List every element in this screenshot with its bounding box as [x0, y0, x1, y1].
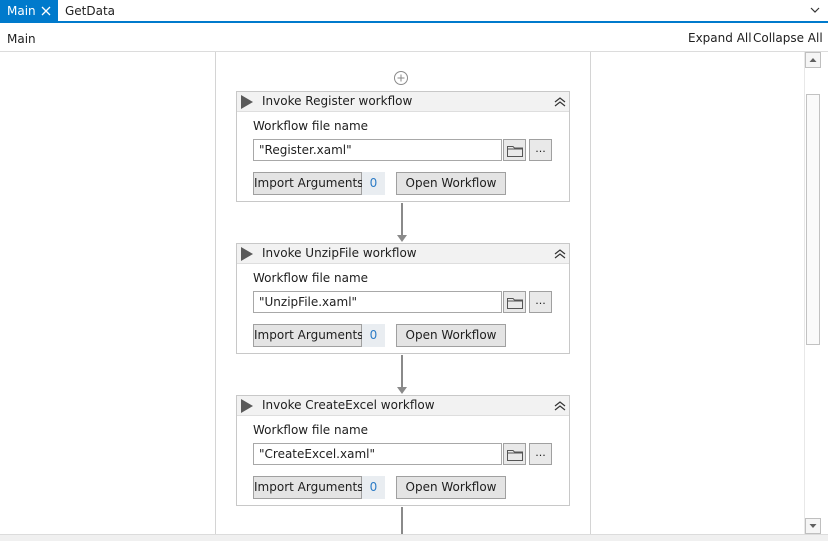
add-activity-icon[interactable]	[393, 70, 409, 86]
edit-path-button[interactable]: ...	[529, 139, 552, 161]
scroll-down-button[interactable]	[805, 518, 821, 534]
folder-icon	[507, 450, 523, 461]
collapse-chevron-icon[interactable]	[553, 247, 567, 261]
collapse-all-button[interactable]: Collapse All	[753, 31, 823, 45]
edit-path-button[interactable]: ...	[529, 291, 552, 313]
card-header: Invoke Register workflow	[237, 92, 569, 112]
open-workflow-button[interactable]: Open Workflow	[396, 324, 506, 347]
invoke-workflow-card[interactable]: Invoke UnzipFile workflow Workflow file …	[236, 243, 570, 354]
tab-getdata-label: GetData	[65, 4, 116, 18]
workflow-file-name-input[interactable]	[253, 291, 502, 313]
argument-count-badge: 0	[362, 476, 385, 499]
card-title: Invoke CreateExcel workflow	[262, 398, 435, 412]
browse-folder-button[interactable]	[503, 291, 526, 313]
folder-icon	[507, 298, 523, 309]
tab-main-label: Main	[7, 4, 36, 18]
argument-count-badge: 0	[362, 172, 385, 195]
workflow-file-name-input[interactable]	[253, 139, 502, 161]
document-tab-bar: Main GetData	[0, 0, 828, 23]
invoke-workflow-card[interactable]: Invoke CreateExcel workflow Workflow fil…	[236, 395, 570, 506]
card-header: Invoke CreateExcel workflow	[237, 396, 569, 416]
browse-folder-button[interactable]	[503, 443, 526, 465]
workflow-file-name-input[interactable]	[253, 443, 502, 465]
folder-icon	[507, 146, 523, 157]
workflow-file-name-label: Workflow file name	[253, 119, 369, 133]
scroll-down-icon	[809, 524, 817, 528]
invoke-workflow-card[interactable]: Invoke Register workflow Workflow file n…	[236, 91, 570, 202]
argument-count-badge: 0	[362, 324, 385, 347]
edit-path-button[interactable]: ...	[529, 443, 552, 465]
play-icon	[241, 399, 253, 413]
tab-main[interactable]: Main	[0, 0, 58, 22]
collapse-chevron-icon[interactable]	[553, 399, 567, 413]
workflow-canvas[interactable]: Invoke Register workflow Workflow file n…	[0, 52, 804, 541]
card-title: Invoke Register workflow	[262, 94, 413, 108]
workflow-file-name-label: Workflow file name	[253, 271, 369, 285]
open-workflow-button[interactable]: Open Workflow	[396, 476, 506, 499]
connector-arrow	[397, 387, 407, 394]
scroll-up-icon	[809, 58, 817, 62]
open-workflow-button[interactable]: Open Workflow	[396, 172, 506, 195]
workflow-file-name-label: Workflow file name	[253, 423, 369, 437]
play-icon	[241, 247, 253, 261]
horizontal-scrollbar[interactable]	[0, 534, 828, 541]
play-icon	[241, 95, 253, 109]
card-title: Invoke UnzipFile workflow	[262, 246, 417, 260]
card-header: Invoke UnzipFile workflow	[237, 244, 569, 264]
vertical-scrollbar[interactable]	[804, 52, 821, 534]
designer-breadcrumb-bar: Main Expand All Collapse All	[0, 25, 828, 52]
collapse-chevron-icon[interactable]	[553, 95, 567, 109]
scroll-up-button[interactable]	[805, 52, 821, 68]
expand-all-button[interactable]: Expand All	[688, 31, 752, 45]
scrollbar-thumb[interactable]	[806, 94, 820, 345]
chevron-down-icon[interactable]	[810, 6, 820, 14]
import-arguments-button[interactable]: Import Arguments	[253, 476, 363, 499]
breadcrumb[interactable]: Main	[7, 32, 36, 46]
browse-folder-button[interactable]	[503, 139, 526, 161]
connector-arrow	[397, 235, 407, 242]
connector-line	[401, 203, 403, 237]
connector-line	[401, 355, 403, 389]
import-arguments-button[interactable]: Import Arguments	[253, 172, 363, 195]
close-icon[interactable]	[40, 5, 52, 17]
import-arguments-button[interactable]: Import Arguments	[253, 324, 363, 347]
